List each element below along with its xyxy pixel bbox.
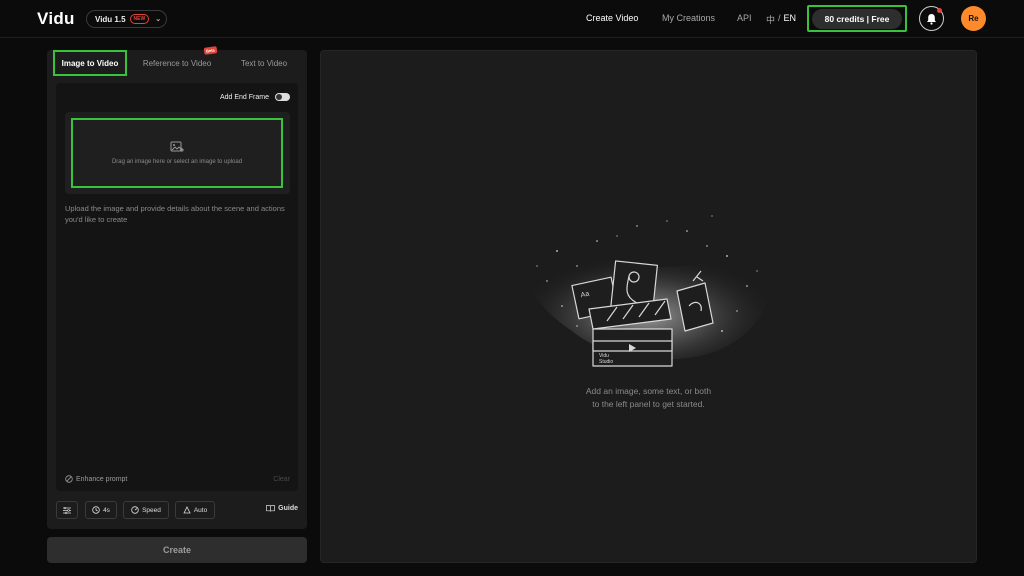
image-add-icon bbox=[170, 141, 184, 152]
top-navigation-bar: Vidu Vidu 1.5 NEW ⌄ Create Video My Crea… bbox=[0, 0, 1024, 38]
lang-separator: / bbox=[778, 13, 781, 23]
notifications-button[interactable] bbox=[919, 6, 944, 31]
auto-button[interactable]: Auto bbox=[175, 501, 215, 519]
speed-label: Speed bbox=[142, 506, 161, 514]
bell-icon bbox=[927, 13, 936, 25]
settings-bar: 4s Speed Auto Guide bbox=[56, 501, 298, 521]
left-panel: Image to Video Reference to Video Beta T… bbox=[47, 46, 307, 529]
empty-state-line-1: Add an image, some text, or both bbox=[585, 386, 712, 396]
add-end-frame-label: Add End Frame bbox=[219, 93, 269, 101]
language-switcher[interactable]: 中 / EN bbox=[766, 13, 796, 26]
prompt-textarea[interactable]: Upload the image and provide details abo… bbox=[65, 203, 293, 225]
duration-label: 4s bbox=[103, 506, 110, 514]
lang-en[interactable]: EN bbox=[784, 13, 797, 26]
lang-zh[interactable]: 中 bbox=[766, 13, 775, 26]
nav-api[interactable]: API bbox=[737, 13, 752, 23]
empty-state-line-2: to the left panel to get started. bbox=[592, 399, 705, 409]
credits-label: 80 credits | Free bbox=[812, 8, 902, 29]
clapper-label-2: Studio bbox=[599, 359, 613, 365]
add-end-frame-toggle[interactable] bbox=[275, 93, 290, 101]
empty-state-message: Add an image, some text, or both to the … bbox=[321, 385, 976, 411]
clear-button[interactable]: Clear bbox=[273, 476, 290, 483]
model-name: Vidu 1.5 bbox=[95, 14, 126, 24]
avatar[interactable]: Re bbox=[961, 6, 986, 31]
clock-icon bbox=[92, 506, 100, 514]
nav-create-video[interactable]: Create Video bbox=[586, 13, 638, 23]
nav-my-creations[interactable]: My Creations bbox=[662, 13, 715, 23]
tab-text-to-video[interactable]: Text to Video bbox=[231, 50, 297, 76]
notification-dot bbox=[937, 8, 942, 13]
image-dropzone[interactable]: Drag an image here or select an image to… bbox=[71, 118, 283, 188]
chevron-down-icon: ⌄ bbox=[155, 16, 162, 23]
create-button[interactable]: Create bbox=[47, 537, 307, 563]
guide-label: Guide bbox=[278, 505, 298, 512]
vidu-logo[interactable]: Vidu bbox=[37, 9, 75, 29]
empty-state-illustration: Aa Vidu Studio bbox=[524, 215, 768, 367]
enhance-prompt-toggle[interactable]: Enhance prompt bbox=[65, 475, 127, 483]
mode-tabs: Image to Video Reference to Video Beta T… bbox=[47, 46, 307, 76]
enhance-icon bbox=[65, 475, 73, 483]
credits-button[interactable]: 80 credits | Free bbox=[807, 5, 907, 32]
speed-icon bbox=[131, 506, 139, 514]
upload-instruction: Drag an image here or select an image to… bbox=[111, 159, 243, 165]
image-upload-area[interactable]: Drag an image here or select an image to… bbox=[65, 112, 290, 194]
speed-button[interactable]: Speed bbox=[123, 501, 169, 519]
input-card: Add End Frame Drag an image here or sele… bbox=[56, 83, 298, 491]
guide-link[interactable]: Guide bbox=[266, 505, 298, 512]
settings-button[interactable] bbox=[56, 501, 78, 519]
tab-image-to-video[interactable]: Image to Video bbox=[53, 50, 127, 76]
enhance-prompt-label: Enhance prompt bbox=[76, 475, 128, 483]
book-icon bbox=[266, 505, 276, 512]
preview-panel: Aa Vidu Studio Add an image, some text, … bbox=[320, 50, 977, 563]
camera-movement-icon bbox=[183, 506, 191, 514]
new-badge: NEW bbox=[129, 14, 150, 24]
duration-button[interactable]: 4s bbox=[85, 501, 117, 519]
add-end-frame-control: Add End Frame bbox=[220, 93, 290, 101]
model-selector[interactable]: Vidu 1.5 NEW ⌄ bbox=[86, 10, 167, 28]
sliders-icon bbox=[63, 506, 71, 514]
auto-label: Auto bbox=[193, 506, 208, 514]
